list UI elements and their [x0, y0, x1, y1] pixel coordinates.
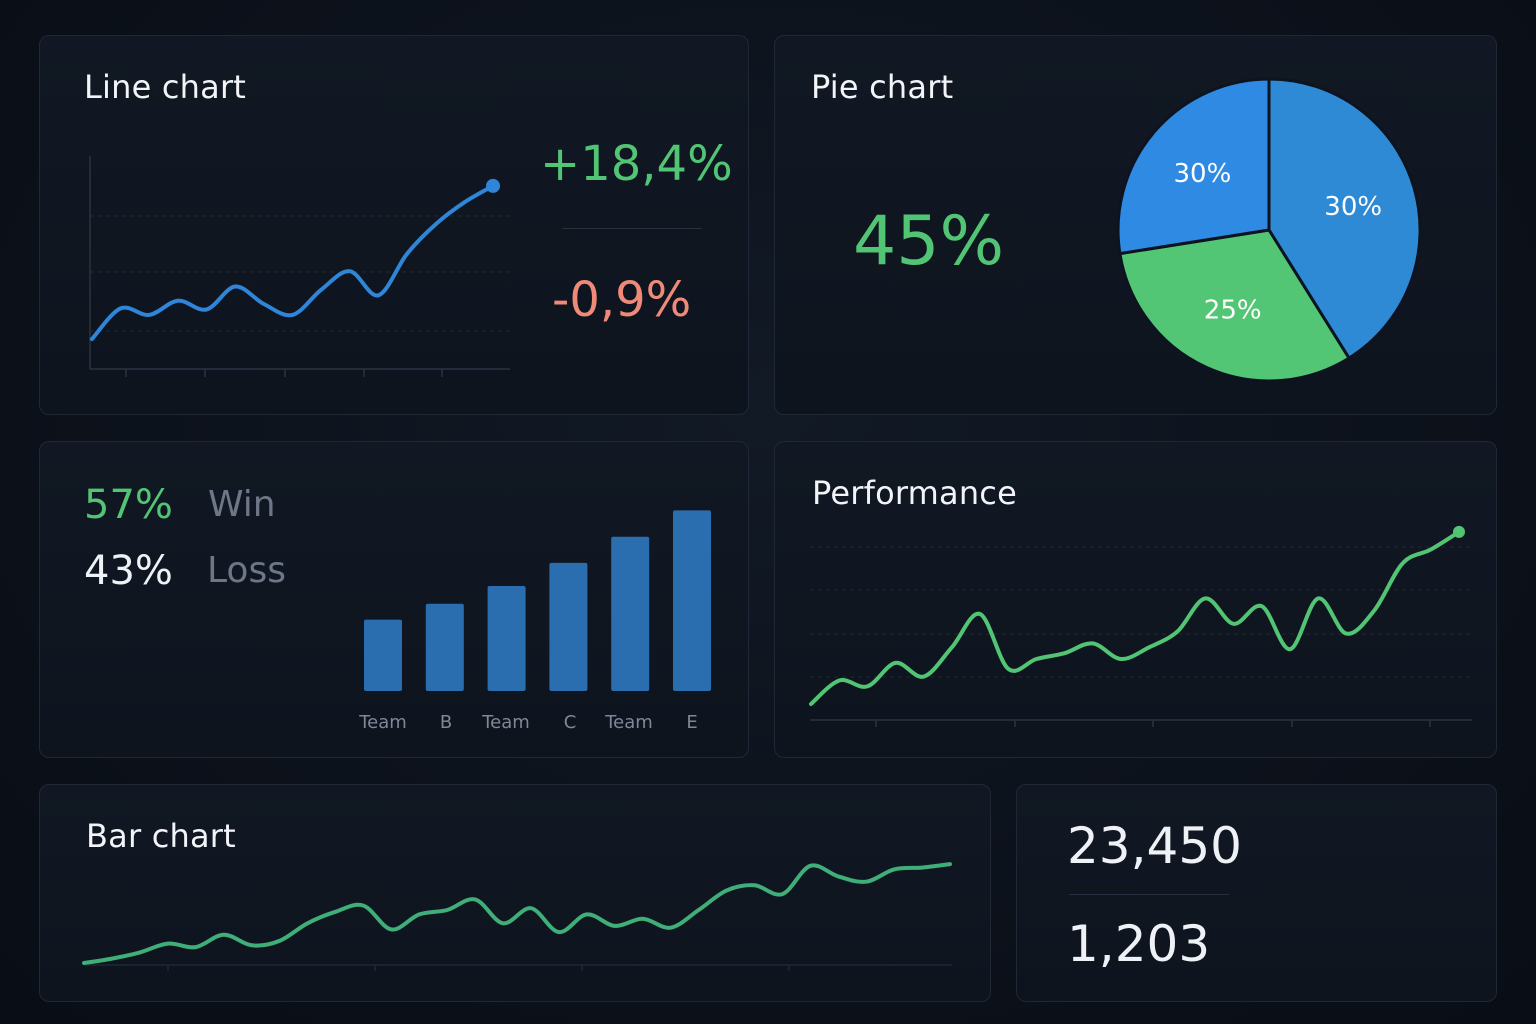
performance-card: Performance — [774, 441, 1497, 758]
line-chart — [89, 156, 510, 377]
bar — [364, 619, 402, 691]
line-series — [90, 183, 495, 341]
down-change-value: -0,9% — [552, 272, 692, 328]
bar — [549, 562, 588, 691]
pie-chart-card: Pie chart 45% 30% 25% 30% — [774, 35, 1497, 415]
up-change-value: +18,4% — [540, 136, 733, 192]
bar-category-label: E — [686, 712, 697, 733]
pie-chart: 30% 25% 30% — [1116, 77, 1422, 383]
bar-card-chart — [82, 862, 952, 971]
stats-card: 23,450 1,203 — [1016, 784, 1497, 1002]
bar-category-label: Team — [604, 712, 653, 733]
bar-category-label: C — [564, 712, 577, 733]
bar — [611, 536, 650, 691]
bar — [487, 586, 526, 691]
value-divider — [562, 228, 702, 229]
stats-divider — [1069, 894, 1229, 895]
bar-category-label: Team — [481, 712, 530, 733]
bar-category-label: B — [440, 712, 452, 733]
line-end-point — [486, 178, 500, 193]
bar-card-series — [82, 862, 952, 965]
pie-slice-label: 30% — [1174, 159, 1232, 189]
win-loss-card: 57% Win 43% Loss Team B Team C Team E — [39, 441, 749, 758]
bar-chart-card: Bar chart — [39, 784, 991, 1002]
bar-category-label: Team — [358, 712, 407, 733]
primary-stat: 23,450 — [1067, 817, 1242, 875]
secondary-stat: 1,203 — [1067, 915, 1211, 973]
pie-slice-label: 25% — [1204, 296, 1262, 326]
performance-end-point — [1453, 525, 1465, 538]
bar-chart: Team B Team C Team E — [358, 510, 711, 733]
line-chart-card: Line chart +18,4% -0,9% — [39, 35, 749, 415]
performance-series — [809, 529, 1461, 706]
bar — [425, 603, 464, 691]
pie-slice-label: 30% — [1324, 192, 1382, 222]
bar — [673, 510, 711, 691]
performance-chart — [809, 525, 1472, 727]
